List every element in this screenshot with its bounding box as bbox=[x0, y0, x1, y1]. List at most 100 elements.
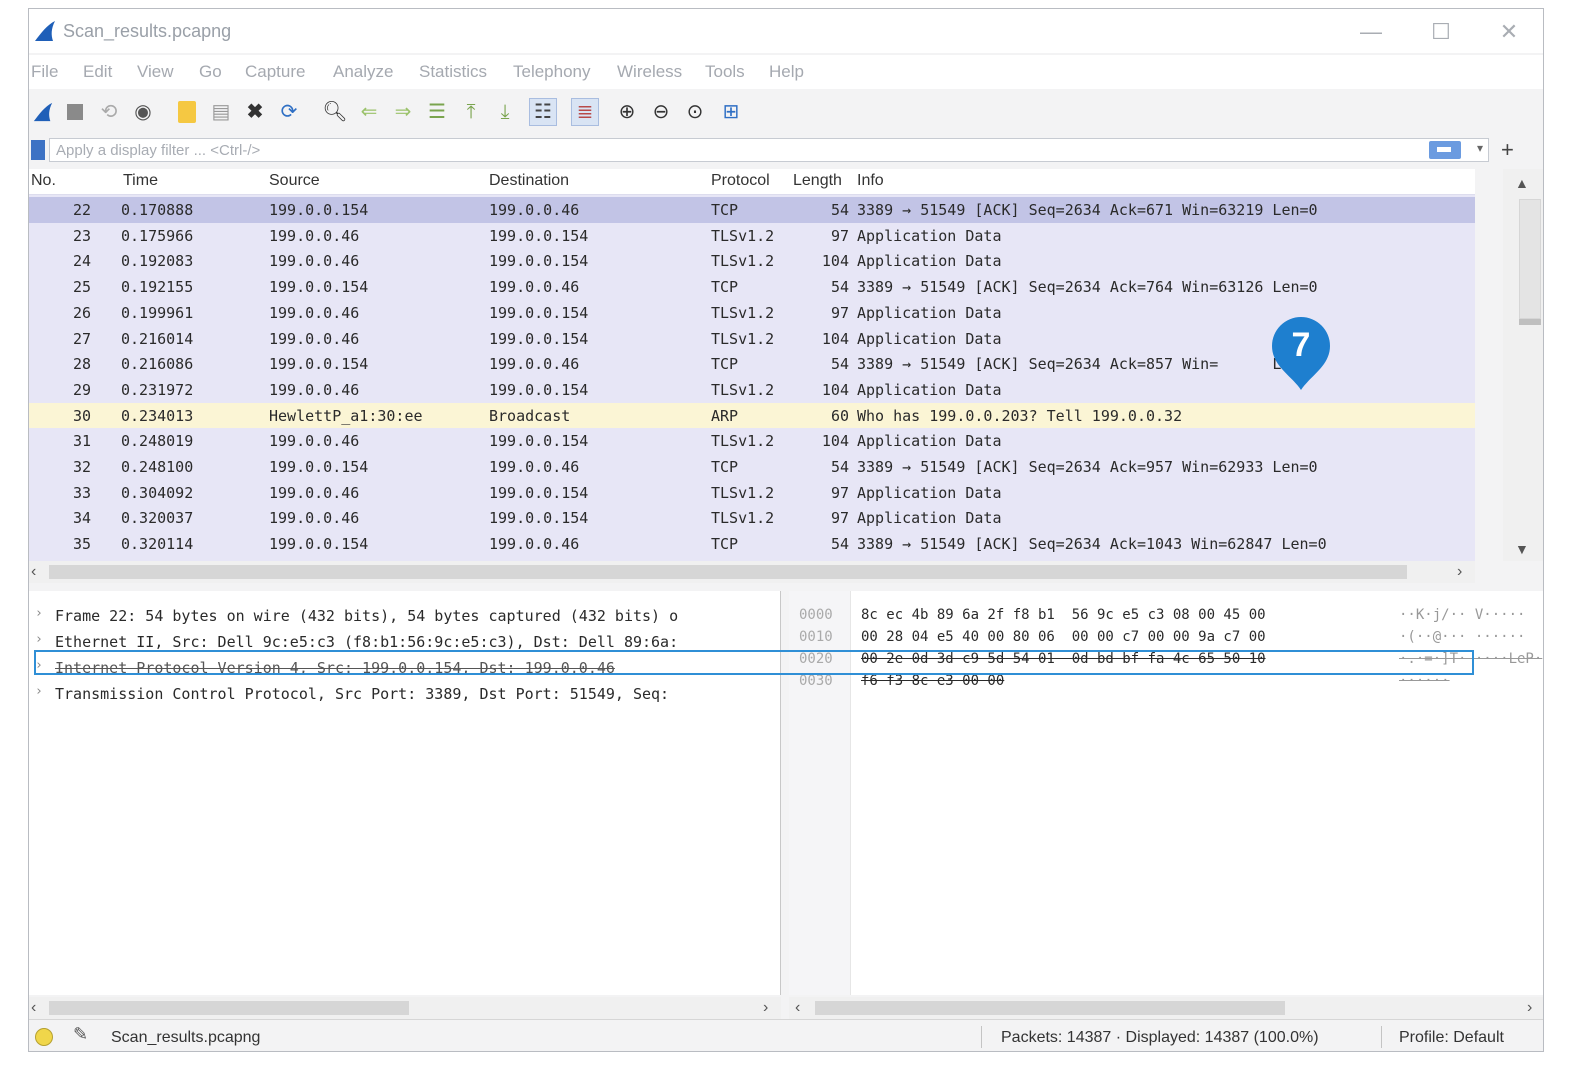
bytes-hscroll[interactable]: ‹ › bbox=[789, 997, 1543, 1019]
menu-analyze[interactable]: Analyze bbox=[333, 62, 393, 82]
col-info[interactable]: Info bbox=[857, 172, 884, 190]
hscroll-thumb[interactable] bbox=[49, 1001, 409, 1015]
packet-bytes-pane[interactable]: 0000 8c ec 4b 89 6a 2f f8 b1 56 9c e5 c3… bbox=[789, 591, 1543, 995]
autoscroll-icon[interactable]: ☷ bbox=[529, 98, 557, 126]
menu-tools[interactable]: Tools bbox=[705, 62, 745, 82]
zoom-out-icon[interactable]: ⊖ bbox=[647, 98, 675, 126]
resize-columns-icon[interactable]: ⊞ bbox=[717, 98, 745, 126]
bookmark-icon[interactable] bbox=[31, 140, 45, 160]
menu-telephony[interactable]: Telephony bbox=[513, 62, 591, 82]
packet-row[interactable]: 27 0.216014 199.0.0.46 199.0.0.154 TLSv1.2 10… bbox=[29, 326, 1475, 352]
stop-icon[interactable] bbox=[61, 98, 89, 126]
filter-dropdown-icon[interactable]: ▾ bbox=[1477, 141, 1483, 155]
bytes-row[interactable]: 0030 f6 f3 8c e3 00 00 ······ bbox=[789, 671, 1543, 693]
save-file-icon[interactable]: ▤ bbox=[207, 98, 235, 126]
menu-help[interactable]: Help bbox=[769, 62, 804, 82]
packet-details-pane[interactable]: › Frame 22: 54 bytes on wire (432 bits),… bbox=[29, 591, 781, 995]
menu-view[interactable]: View bbox=[137, 62, 174, 82]
scroll-right-icon[interactable]: › bbox=[763, 999, 768, 1017]
display-filter-input[interactable]: Apply a display filter ... <Ctrl-/> bbox=[49, 138, 1489, 162]
forward-icon[interactable]: ⇒ bbox=[389, 98, 417, 126]
hscroll-thumb[interactable] bbox=[815, 1001, 1285, 1015]
options-gear-icon[interactable]: ◉ bbox=[129, 98, 157, 126]
close-file-icon[interactable]: ✖ bbox=[241, 98, 269, 126]
scroll-left-icon[interactable]: ‹ bbox=[31, 563, 36, 581]
col-length[interactable]: Length bbox=[793, 172, 842, 190]
packet-row[interactable]: 29 0.231972 199.0.0.46 199.0.0.154 TLSv1.2 10… bbox=[29, 377, 1475, 403]
expand-chevron-icon[interactable]: › bbox=[35, 684, 43, 699]
maximize-button[interactable]: ☐ bbox=[1421, 17, 1461, 47]
find-icon[interactable]: 🔍︎ bbox=[321, 98, 349, 126]
packet-row[interactable]: 25 0.192155 199.0.0.154 199.0.0.46 TCP 54 3389… bbox=[29, 274, 1475, 300]
minimize-button[interactable]: — bbox=[1351, 17, 1391, 47]
go-to-packet-icon[interactable]: ☰ bbox=[423, 98, 451, 126]
packet-row[interactable]: 33 0.304092 199.0.0.46 199.0.0.154 TLSv1.2 97… bbox=[29, 480, 1475, 506]
col-source[interactable]: Source bbox=[269, 172, 320, 190]
packet-row[interactable]: 22 0.170888 199.0.0.154 199.0.0.46 TCP 54 3389… bbox=[29, 197, 1475, 223]
packet-row[interactable]: 32 0.248100 199.0.0.154 199.0.0.46 TCP 54 3389… bbox=[29, 454, 1475, 480]
expand-chevron-icon[interactable]: › bbox=[35, 632, 43, 647]
close-button[interactable]: ✕ bbox=[1489, 17, 1529, 47]
menu-edit[interactable]: Edit bbox=[83, 62, 112, 82]
packet-row[interactable]: 30 0.234013 HewlettP_a1:30:ee Broadcast ARP 6… bbox=[29, 402, 1475, 429]
packet-row[interactable]: 35 0.320114 199.0.0.154 199.0.0.46 TCP 54 3389… bbox=[29, 531, 1475, 557]
bytes-row[interactable]: 0020 00 2e 0d 3d c9 5d 54 01 0d bd bf fa… bbox=[789, 649, 1543, 671]
status-profile[interactable]: Profile: Default bbox=[1399, 1029, 1504, 1047]
shark-fin-start-icon[interactable] bbox=[29, 98, 57, 126]
packet-row[interactable]: 34 0.320037 199.0.0.46 199.0.0.154 TLSv1.2 97… bbox=[29, 505, 1475, 531]
zoom-normal-icon[interactable]: ⊙ bbox=[681, 98, 709, 126]
add-filter-button[interactable]: + bbox=[1501, 137, 1514, 163]
details-hscroll[interactable]: ‹ › bbox=[29, 997, 781, 1019]
packet-cell-len: 104 bbox=[821, 252, 849, 271]
packet-row[interactable]: 23 0.175966 199.0.0.46 199.0.0.154 TLSv1.2 97… bbox=[29, 223, 1475, 249]
colorize-icon[interactable]: ≣ bbox=[571, 98, 599, 126]
scroll-up-icon[interactable]: ▲ bbox=[1515, 175, 1529, 191]
menu-capture[interactable]: Capture bbox=[245, 62, 305, 82]
packet-cell-len: 104 bbox=[821, 380, 849, 399]
scroll-right-icon[interactable]: › bbox=[1457, 563, 1462, 581]
detail-row-ethernet[interactable]: › Ethernet II, Src: Dell_9c:e5:c3 (f8:b1… bbox=[29, 629, 780, 655]
apply-filter-button[interactable] bbox=[1429, 141, 1461, 159]
packet-cell-info: Application Data bbox=[857, 329, 1002, 348]
restart-icon[interactable]: ⟲ bbox=[95, 98, 123, 126]
scroll-right-icon[interactable]: › bbox=[1527, 999, 1532, 1017]
packet-list-vscroll[interactable]: ▲ ▼ bbox=[1503, 169, 1543, 561]
first-packet-icon[interactable]: ⤒ bbox=[457, 98, 485, 126]
col-no[interactable]: No. bbox=[31, 172, 56, 190]
window-title: Scan_results.pcapng bbox=[63, 21, 232, 41]
detail-row-tcp[interactable]: › Transmission Control Protocol, Src Por… bbox=[29, 681, 780, 707]
menu-go[interactable]: Go bbox=[199, 62, 222, 82]
expand-chevron-icon[interactable]: › bbox=[35, 658, 43, 673]
scroll-thumb[interactable] bbox=[1519, 199, 1541, 319]
col-protocol[interactable]: Protocol bbox=[711, 172, 770, 190]
reload-icon[interactable]: ⟳ bbox=[275, 98, 303, 126]
packet-row[interactable]: 24 0.192083 199.0.0.46 199.0.0.154 TLSv1.2 10… bbox=[29, 248, 1475, 274]
packet-row[interactable]: 31 0.248019 199.0.0.46 199.0.0.154 TLSv1.2 10… bbox=[29, 428, 1475, 454]
bytes-row[interactable]: 0000 8c ec 4b 89 6a 2f f8 b1 56 9c e5 c3… bbox=[789, 605, 1543, 627]
detail-row-ipv4[interactable]: › Internet Protocol Version 4, Src: 199.… bbox=[29, 655, 780, 681]
scroll-left-icon[interactable]: ‹ bbox=[31, 999, 36, 1017]
detail-row-frame[interactable]: › Frame 22: 54 bytes on wire (432 bits),… bbox=[29, 603, 780, 629]
hscroll-thumb[interactable] bbox=[49, 565, 1407, 579]
scroll-left-icon[interactable]: ‹ bbox=[795, 999, 800, 1017]
packet-cell-proto: TCP bbox=[711, 278, 739, 297]
zoom-in-icon[interactable]: ⊕ bbox=[613, 98, 641, 126]
bytes-row[interactable]: 0010 00 28 04 e5 40 00 80 06 00 00 c7 00… bbox=[789, 627, 1543, 649]
capture-comment-icon[interactable]: ✎ bbox=[73, 1024, 88, 1045]
col-time[interactable]: Time bbox=[123, 172, 158, 190]
packet-cell-time: 0.304092 bbox=[121, 483, 194, 502]
last-packet-icon[interactable]: ⤓ bbox=[491, 98, 519, 126]
packet-list[interactable]: No. Time Source Destination Protocol Len… bbox=[29, 169, 1475, 561]
expert-info-led-icon[interactable] bbox=[35, 1028, 53, 1046]
menu-statistics[interactable]: Statistics bbox=[419, 62, 487, 82]
packet-row[interactable]: 26 0.199961 199.0.0.46 199.0.0.154 TLSv1.2 97… bbox=[29, 300, 1475, 326]
packet-list-hscroll[interactable]: ‹ › bbox=[29, 561, 1475, 583]
menu-file[interactable]: File bbox=[31, 62, 58, 82]
packet-row[interactable]: 28 0.216086 199.0.0.154 199.0.0.46 TCP 54 3389… bbox=[29, 351, 1475, 377]
expand-chevron-icon[interactable]: › bbox=[35, 606, 43, 621]
open-folder-icon[interactable] bbox=[173, 98, 201, 126]
menu-wireless[interactable]: Wireless bbox=[617, 62, 682, 82]
scroll-down-icon[interactable]: ▼ bbox=[1515, 541, 1529, 557]
col-destination[interactable]: Destination bbox=[489, 172, 569, 190]
back-icon[interactable]: ⇐ bbox=[355, 98, 383, 126]
